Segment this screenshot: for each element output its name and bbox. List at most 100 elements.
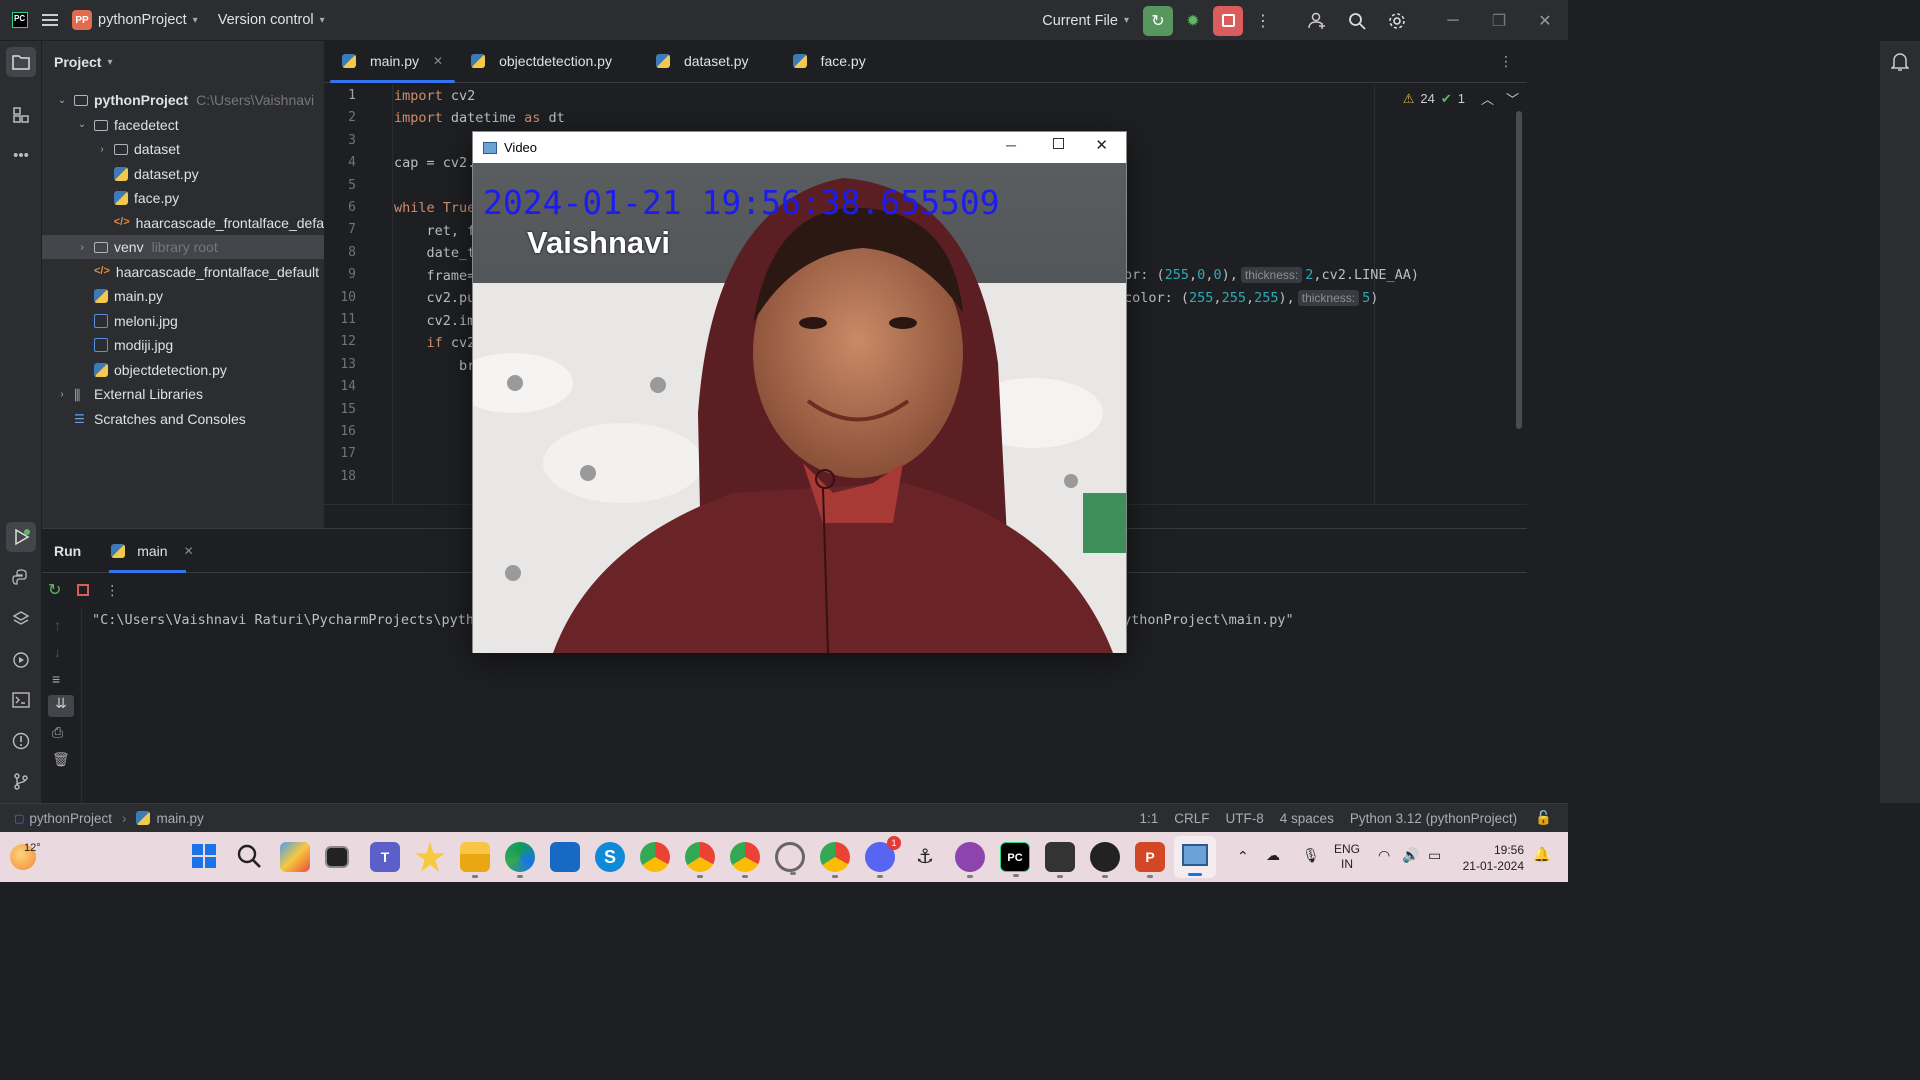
app-icon[interactable]: ⚓ (910, 842, 940, 872)
chrome-profile-icon[interactable] (820, 842, 850, 878)
python-interpreter[interactable]: Python 3.12 (pythonProject) (1350, 811, 1517, 826)
caret-position[interactable]: 1:1 (1139, 811, 1158, 826)
tree-item[interactable]: › dataset (42, 137, 324, 161)
settings-gear-icon[interactable] (1382, 6, 1412, 36)
tree-item[interactable]: modiji.jpg (42, 333, 324, 357)
volume-icon[interactable]: 🔊 (1402, 847, 1419, 864)
discord-icon[interactable]: 1 (865, 836, 901, 878)
code-line[interactable]: cv2.im (394, 313, 476, 329)
file-encoding[interactable]: UTF-8 (1226, 811, 1264, 826)
search-icon[interactable] (235, 842, 265, 872)
breadcrumb-file[interactable]: main.py (156, 811, 203, 826)
video-window[interactable]: Video ─ ✕ 2024-01-21 19:56:38.655509 Vai… (472, 131, 1127, 653)
chrome-profile-icon[interactable] (685, 842, 715, 878)
tabs-more-icon[interactable]: ⋮ (1499, 53, 1513, 70)
close-icon[interactable]: ✕ (1522, 6, 1568, 36)
project-panel-header[interactable]: Project ▾ (42, 41, 324, 83)
tree-item[interactable]: ⌄ facedetect (42, 113, 324, 137)
wifi-icon[interactable]: ◠ (1378, 847, 1390, 864)
tree-item[interactable]: main.py (42, 284, 324, 308)
code-line[interactable]: import datetime as dt (394, 110, 565, 126)
tab-dataset-py[interactable]: dataset.py (642, 40, 763, 82)
rerun-button[interactable]: ↻ (1143, 5, 1173, 36)
run-tab-main[interactable]: main ✕ (109, 529, 194, 573)
more-options-icon[interactable]: ⋮ (105, 582, 119, 599)
chrome-icon[interactable] (640, 842, 670, 872)
scroll-up-icon[interactable]: ↑ (54, 617, 61, 633)
code-line[interactable]: import cv2 (394, 88, 475, 104)
lock-icon[interactable]: 🔓 (1535, 810, 1552, 826)
debug-icon[interactable]: ✹ (1178, 6, 1208, 36)
trash-icon[interactable]: 🗑 (52, 751, 70, 768)
code-line-tail[interactable]: color: (255,255,255), thickness: 5) (1124, 290, 1378, 306)
code-line[interactable]: br (394, 358, 475, 374)
notifications-bell-icon[interactable] (1885, 47, 1915, 77)
video-window-taskbar-icon[interactable] (1174, 836, 1216, 878)
inspection-widget[interactable]: ⚠ 24 ✔ 1 ︿ ﹀ (1403, 89, 1519, 108)
edge-icon[interactable] (505, 842, 535, 878)
close-icon[interactable]: ✕ (1095, 136, 1108, 154)
project-switcher[interactable]: PP pythonProject ▾ (72, 0, 198, 41)
microphone-icon[interactable]: 🎙 (1302, 847, 1320, 864)
code-line[interactable]: if cv2 (394, 335, 476, 351)
add-user-icon[interactable] (1302, 6, 1332, 36)
tree-item[interactable]: face.py (42, 186, 324, 210)
python-console-icon[interactable] (6, 563, 36, 593)
breadcrumb-project[interactable]: pythonProject (29, 811, 112, 826)
code-line[interactable]: frame= (394, 268, 476, 284)
powerpoint-icon[interactable]: P (1135, 842, 1165, 878)
app-circle-icon[interactable] (775, 842, 805, 875)
python-packages-icon[interactable] (6, 604, 36, 634)
minimize-icon[interactable]: ─ (1006, 137, 1016, 153)
code-line[interactable]: date_t (394, 245, 476, 261)
tab-objectdetection-py[interactable]: objectdetection.py (457, 40, 626, 82)
file-explorer-icon[interactable] (460, 842, 490, 878)
chevron-right-icon[interactable]: › (76, 242, 88, 253)
maximize-icon[interactable] (1053, 138, 1064, 149)
terminal-icon[interactable] (6, 685, 36, 715)
scroll-to-end-icon[interactable]: ⇊ (48, 695, 74, 717)
video-window-titlebar[interactable]: Video ─ ✕ (473, 132, 1126, 163)
run-tool-icon[interactable] (6, 522, 36, 552)
search-icon[interactable] (1342, 6, 1372, 36)
code-line[interactable]: ret, f (394, 223, 476, 239)
tab-face-py[interactable]: face.py (779, 40, 880, 82)
services-icon[interactable] (6, 645, 36, 675)
restore-icon[interactable]: ❐ (1476, 6, 1522, 36)
skype-icon[interactable]: S (595, 842, 625, 872)
rerun-icon[interactable]: ↻ (48, 580, 61, 600)
close-tab-icon[interactable]: ✕ (184, 544, 194, 558)
code-line-tail[interactable]: or: (255,0,0), thickness: 2,cv2.LINE_AA) (1124, 267, 1419, 283)
tree-item[interactable]: </> haarcascade_frontalface_default (42, 260, 324, 284)
editor-scrollbar[interactable] (1516, 111, 1522, 429)
close-tab-icon[interactable]: ✕ (433, 54, 443, 68)
chevron-right-icon[interactable]: › (56, 389, 68, 400)
star-app-icon[interactable] (415, 842, 445, 872)
tree-item[interactable]: objectdetection.py (42, 358, 324, 382)
pycharm-taskbar-icon[interactable]: PC (1000, 842, 1030, 877)
podcast-icon[interactable] (955, 842, 985, 878)
project-folder-icon[interactable] (6, 47, 36, 77)
minimize-icon[interactable]: ─ (1430, 6, 1476, 36)
chrome-profile-icon[interactable] (730, 842, 760, 878)
teams-icon[interactable]: T (370, 842, 400, 872)
clock[interactable]: 19:56 21-01-2024 (1454, 842, 1524, 874)
run-config-selector[interactable]: Current File ▾ (1042, 0, 1129, 41)
scroll-down-icon[interactable]: ↓ (54, 644, 61, 660)
structure-icon[interactable] (6, 100, 36, 130)
start-windows-icon[interactable] (190, 842, 220, 872)
vcs-menu[interactable]: Version control ▾ (218, 0, 325, 41)
task-view-icon[interactable] (325, 846, 349, 868)
tab-main-py[interactable]: main.py ✕ (328, 40, 457, 83)
store-icon[interactable] (550, 842, 580, 872)
language-indicator[interactable]: ENG IN (1334, 842, 1360, 872)
main-menu-icon[interactable] (42, 14, 58, 26)
tree-item[interactable]: meloni.jpg (42, 309, 324, 333)
battery-icon[interactable]: ▭ (1428, 847, 1441, 864)
git-icon[interactable] (6, 766, 36, 796)
onedrive-icon[interactable]: ☁ (1266, 847, 1280, 864)
chevron-down-icon[interactable]: ⌄ (76, 119, 88, 130)
chevron-down-icon[interactable]: ⌄ (56, 95, 68, 106)
next-highlight-icon[interactable]: ﹀ (1506, 89, 1519, 108)
more-actions-icon[interactable]: ⋮ (1248, 6, 1278, 36)
